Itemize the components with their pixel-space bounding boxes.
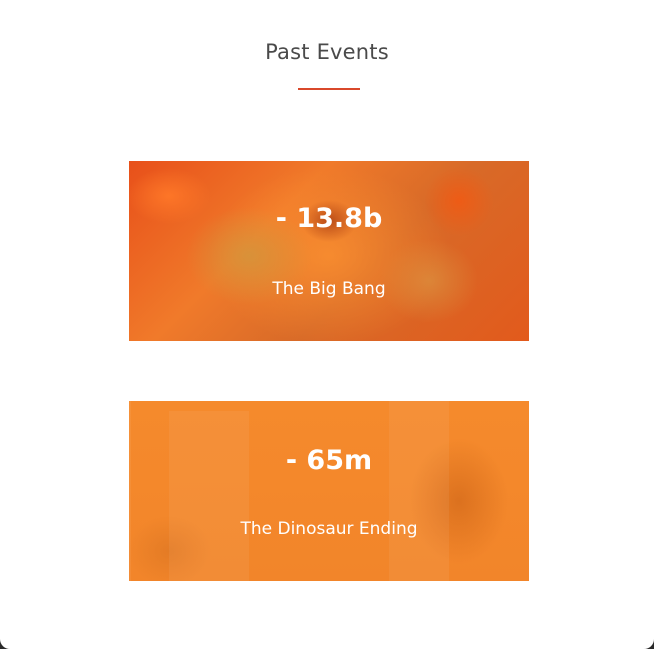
- section-title: Past Events: [265, 40, 389, 64]
- event-label: The Big Bang: [272, 279, 386, 299]
- event-card-dinosaur-ending[interactable]: - 65m The Dinosaur Ending: [129, 401, 529, 581]
- background-building: [169, 411, 249, 581]
- title-divider: [298, 88, 360, 90]
- event-label: The Dinosaur Ending: [240, 519, 418, 539]
- event-card-big-bang[interactable]: - 13.8b The Big Bang: [129, 161, 529, 341]
- background-building: [389, 401, 449, 581]
- page-window: Past Events - 13.8b The Big Bang - 65m T…: [0, 0, 654, 649]
- event-value: - 13.8b: [275, 203, 383, 234]
- event-value: - 65m: [285, 445, 373, 476]
